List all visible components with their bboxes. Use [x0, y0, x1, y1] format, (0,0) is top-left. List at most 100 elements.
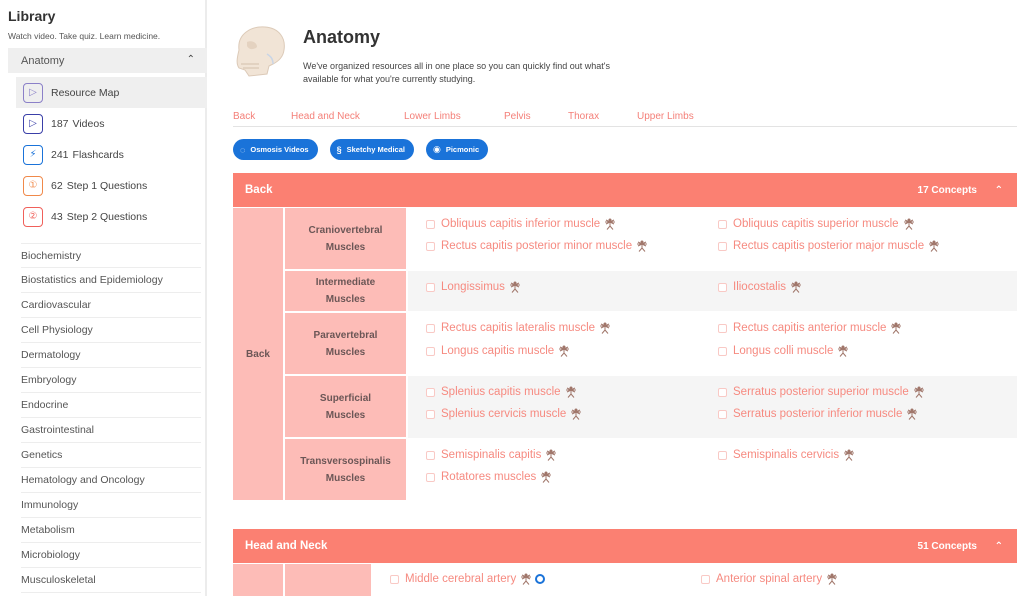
sketchy-icon: §	[336, 144, 342, 155]
sidebar-topic[interactable]: Cardiovascular	[21, 293, 201, 318]
group-name: Muscles	[325, 409, 366, 421]
concept-item[interactable]: Obliquus capitis inferior muscle	[426, 218, 616, 230]
checkbox[interactable]	[718, 282, 727, 292]
concept-label: Middle cerebral artery	[405, 573, 517, 585]
resource-item-step1[interactable]: ① 62 Step 1 Questions	[16, 170, 207, 201]
concept-item[interactable]: Semispinalis cervicis	[718, 449, 855, 461]
concept-item[interactable]: Splenius cervicis muscle	[426, 408, 582, 420]
checkbox[interactable]	[718, 346, 727, 356]
chevron-up-icon: ⌃	[994, 184, 1003, 196]
resource-item-flashcards[interactable]: ⚡ 241 Flashcards	[16, 139, 207, 170]
concept-item[interactable]: Rectus capitis lateralis muscle	[426, 322, 611, 334]
sidebar-topic[interactable]: Embryology	[21, 368, 201, 393]
concept-item[interactable]: Longissimus	[426, 281, 521, 293]
checkbox[interactable]	[718, 387, 727, 397]
resource-list: ▷ Resource Map ▷ 187 Videos ⚡ 241 Flashc…	[16, 77, 207, 232]
concept-count: 51 Concepts	[917, 540, 977, 552]
filter-sketchy-medical[interactable]: § Sketchy Medical	[329, 139, 414, 160]
sidebar-topic[interactable]: Cell Physiology	[21, 318, 201, 343]
checkbox[interactable]	[426, 409, 435, 419]
resource-filters: ◌ Osmosis Videos § Sketchy Medical ◉ Pic…	[233, 139, 489, 160]
anatomy-figure-icon	[565, 386, 576, 398]
group-name: Muscles	[325, 472, 366, 484]
checkbox[interactable]	[718, 450, 727, 460]
group-cell	[285, 564, 371, 596]
concept-item[interactable]: Iliocostalis	[718, 281, 802, 293]
tab-upper-limbs[interactable]: Upper Limbs	[637, 111, 694, 122]
resource-item-resource-map[interactable]: ▷ Resource Map	[16, 77, 207, 108]
topic-label: Anatomy	[21, 54, 65, 67]
anatomy-figure-icon	[559, 345, 570, 357]
concept-label: Rectus capitis posterior minor muscle	[441, 240, 633, 252]
concept-label: Splenius capitis muscle	[441, 386, 561, 398]
filter-picmonic[interactable]: ◉ Picmonic	[425, 139, 489, 160]
sidebar-topic[interactable]: Immunology	[21, 493, 201, 518]
filter-label: Osmosis Videos	[250, 145, 309, 154]
tab-thorax[interactable]: Thorax	[568, 111, 599, 122]
sidebar-topic[interactable]: Dermatology	[21, 343, 201, 368]
chevron-up-icon: ⌃	[186, 54, 195, 65]
tab-back[interactable]: Back	[233, 111, 255, 122]
tab-head-and-neck[interactable]: Head and Neck	[291, 111, 360, 122]
tab-lower-limbs[interactable]: Lower Limbs	[404, 111, 461, 122]
region-cell: Back	[233, 208, 283, 500]
concept-count: 17 Concepts	[917, 184, 977, 196]
sidebar-topic[interactable]: Gastrointestinal	[21, 418, 201, 443]
flashcard-bolt-icon: ⚡	[23, 144, 43, 165]
anatomy-figure-icon	[637, 240, 648, 252]
concept-item[interactable]: Rectus capitis posterior minor muscle	[426, 240, 648, 252]
resource-item-videos[interactable]: ▷ 187 Videos	[16, 108, 207, 139]
concept-item[interactable]: Rectus capitis anterior muscle	[718, 322, 902, 334]
checkbox[interactable]	[718, 241, 727, 251]
concept-item[interactable]: Serratus posterior superior muscle	[718, 386, 925, 398]
sidebar-topic-anatomy[interactable]: Anatomy ⌃	[8, 48, 207, 73]
checkbox[interactable]	[718, 323, 727, 333]
concept-item[interactable]: Middle cerebral artery	[390, 573, 546, 585]
checkbox[interactable]	[718, 409, 727, 419]
sidebar-topic[interactable]: Hematology and Oncology	[21, 468, 201, 493]
filter-label: Picmonic	[445, 145, 480, 154]
checkbox[interactable]	[426, 241, 435, 251]
sidebar-topic[interactable]: Microbiology	[21, 543, 201, 568]
sidebar-topic[interactable]: Endocrine	[21, 393, 201, 418]
group-name: Muscles	[325, 294, 366, 305]
concept-item[interactable]: Semispinalis capitis	[426, 449, 557, 461]
concept-item[interactable]: Longus colli muscle	[718, 345, 849, 357]
section-header-head-and-neck[interactable]: Head and Neck 51 Concepts ⌃	[233, 529, 1017, 563]
sidebar-topic[interactable]: Genetics	[21, 443, 201, 468]
checkbox[interactable]	[426, 323, 435, 333]
region-tabs: Back Head and Neck Lower Limbs Pelvis Th…	[233, 108, 1017, 127]
sidebar-topic[interactable]: Musculoskeletal	[21, 568, 201, 593]
checkbox[interactable]	[426, 219, 435, 229]
concept-item[interactable]: Splenius capitis muscle	[426, 386, 577, 398]
checkbox[interactable]	[426, 472, 435, 482]
picmonic-icon[interactable]	[535, 574, 546, 584]
checkbox[interactable]	[426, 450, 435, 460]
concept-label: Semispinalis cervicis	[733, 449, 840, 461]
tab-pelvis[interactable]: Pelvis	[504, 111, 531, 122]
concept-item[interactable]: Anterior spinal artery	[701, 573, 838, 585]
concept-label: Semispinalis capitis	[441, 449, 542, 461]
checkbox[interactable]	[426, 282, 435, 292]
checkbox[interactable]	[426, 346, 435, 356]
sidebar-topic[interactable]: Biochemistry	[21, 243, 201, 268]
concept-item[interactable]: Serratus posterior inferior muscle	[718, 408, 918, 420]
concept-item[interactable]: Longus capitis muscle	[426, 345, 570, 357]
concept-label: Iliocostalis	[733, 281, 787, 293]
resource-item-step2[interactable]: ② 43 Step 2 Questions	[16, 201, 207, 232]
sidebar: Library Watch video. Take quiz. Learn me…	[0, 0, 207, 596]
concept-label: Longus capitis muscle	[441, 345, 555, 357]
anatomy-figure-icon	[903, 218, 914, 230]
section-header-back[interactable]: Back 17 Concepts ⌃	[233, 173, 1017, 207]
concept-label: Obliquus capitis inferior muscle	[441, 218, 601, 230]
sidebar-topic[interactable]: Biostatistics and Epidemiology	[21, 268, 201, 293]
concept-item[interactable]: Obliquus capitis superior muscle	[718, 218, 915, 230]
concept-item[interactable]: Rectus capitis posterior major muscle	[718, 240, 940, 252]
checkbox[interactable]	[701, 574, 710, 584]
concept-item[interactable]: Rotatores muscles	[426, 471, 552, 483]
filter-osmosis-videos[interactable]: ◌ Osmosis Videos	[233, 139, 318, 160]
checkbox[interactable]	[426, 387, 435, 397]
checkbox[interactable]	[390, 574, 399, 584]
checkbox[interactable]	[718, 219, 727, 229]
sidebar-topic[interactable]: Metabolism	[21, 518, 201, 543]
